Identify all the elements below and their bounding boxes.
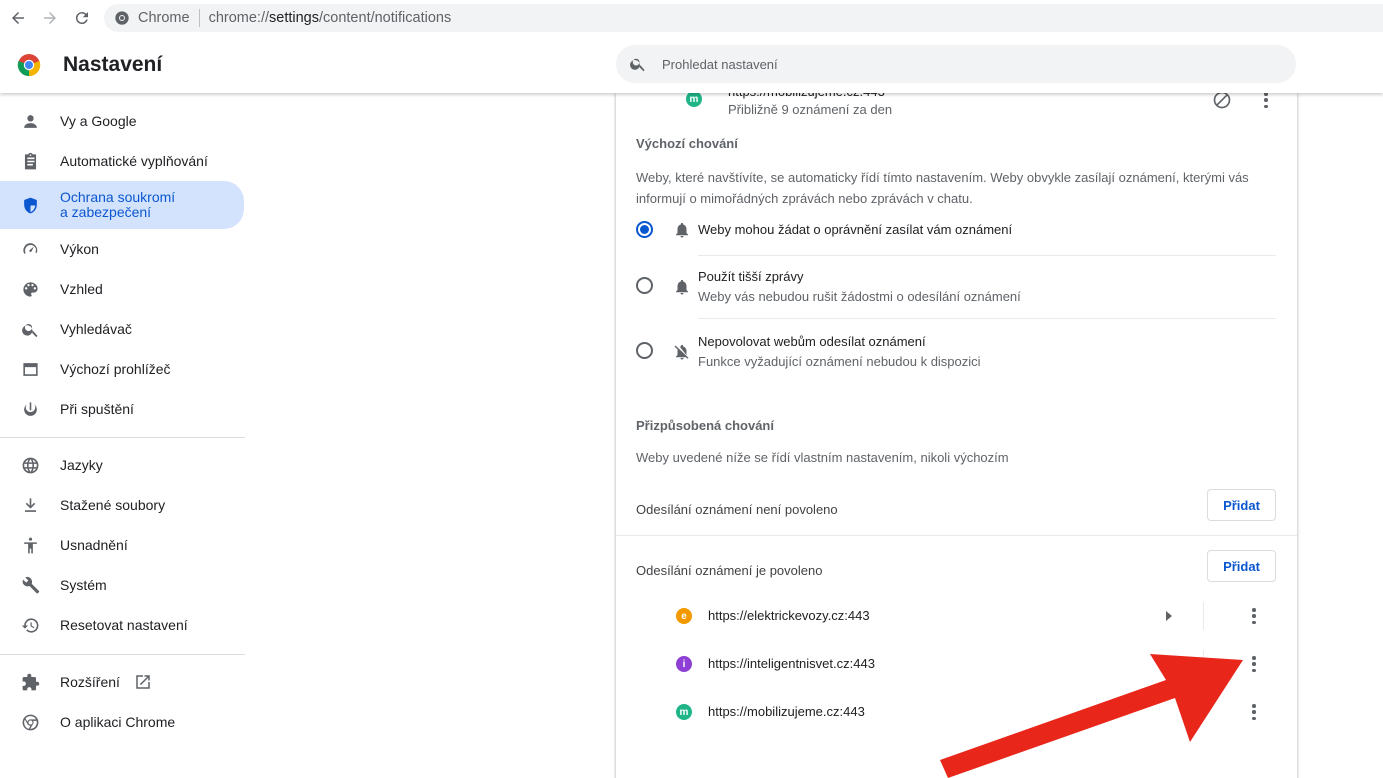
chrome-site-icon bbox=[115, 11, 129, 25]
sidebar-item-autofill[interactable]: Automatické vyplňování bbox=[0, 141, 244, 181]
site-url: https://inteligentnisvet.cz:443 bbox=[708, 656, 875, 671]
reload-button[interactable] bbox=[66, 2, 98, 34]
block-icon[interactable] bbox=[1212, 90, 1232, 110]
reload-icon bbox=[75, 12, 88, 25]
site-favicon-inteligentnisvet: i bbox=[676, 656, 692, 672]
reset-icon bbox=[20, 615, 40, 635]
chrome-logo-icon bbox=[17, 54, 41, 77]
page-title: Nastavení bbox=[63, 53, 163, 76]
option-block-label: Nepovolovat webům odesílat oznámení bbox=[698, 334, 926, 349]
site-favicon-elektrickevozy: e bbox=[676, 608, 692, 624]
sidebar-item-privacy-security[interactable]: Ochrana soukromí a zabezpečení bbox=[0, 181, 244, 229]
sidebar-item-performance[interactable]: Výkon bbox=[0, 229, 244, 269]
back-button[interactable] bbox=[2, 2, 34, 34]
palette-icon bbox=[20, 279, 40, 299]
sidebar-item-reset[interactable]: Resetovat nastavení bbox=[0, 605, 244, 645]
sidebar-item-on-startup[interactable]: Při spuštění bbox=[0, 389, 244, 429]
settings-header: Nastavení bbox=[0, 36, 1383, 93]
shield-icon bbox=[20, 195, 40, 215]
bell-quiet-icon bbox=[676, 279, 688, 295]
sidebar-item-search-engine[interactable]: Vyhledávač bbox=[0, 309, 244, 349]
bell-off-icon bbox=[674, 344, 689, 360]
add-allowed-button[interactable]: Přidat bbox=[1207, 550, 1276, 582]
site-url: https://mobilizujeme.cz:443 bbox=[708, 704, 865, 719]
default-behavior-description: Weby, které navštívíte, se automaticky ř… bbox=[636, 170, 1249, 206]
more-actions-icon[interactable] bbox=[1264, 92, 1268, 108]
address-bar[interactable]: Chrome chrome://settings/content/notific… bbox=[104, 4, 1383, 32]
site-favicon-mobilizujeme: m bbox=[676, 704, 692, 720]
browser-window-icon bbox=[20, 359, 40, 379]
more-actions-icon[interactable] bbox=[1252, 608, 1256, 624]
chrome-icon bbox=[20, 712, 40, 732]
sidebar-item-downloads[interactable]: Stažené soubory bbox=[0, 485, 244, 525]
open-in-new-icon bbox=[136, 675, 150, 689]
sidebar-item-appearance[interactable]: Vzhled bbox=[0, 269, 244, 309]
top-site-subtitle: Přibližně 9 oznámení za den bbox=[728, 102, 893, 117]
option-block-sublabel: Funkce vyžadující oznámení nebudou k dis… bbox=[698, 354, 981, 369]
download-icon bbox=[20, 495, 40, 515]
sidebar-item-system[interactable]: Systém bbox=[0, 565, 244, 605]
top-site-row: m bbox=[686, 91, 702, 107]
radio-block-notifications[interactable] bbox=[636, 342, 653, 359]
sidebar-item-about-chrome[interactable]: O aplikaci Chrome bbox=[0, 702, 244, 742]
sidebar: Vy a Google Automatické vyplňování Ochra… bbox=[0, 93, 245, 778]
settings-search[interactable] bbox=[616, 45, 1296, 83]
sidebar-item-languages[interactable]: Jazyky bbox=[0, 445, 244, 485]
radio-allow-ask[interactable] bbox=[636, 221, 653, 238]
sidebar-item-extensions[interactable]: Rozšíření bbox=[0, 662, 244, 702]
search-icon bbox=[630, 58, 645, 72]
omnibox-divider bbox=[198, 9, 200, 27]
allowed-label: Odesílání oznámení je povoleno bbox=[636, 563, 823, 578]
site-url: https://elektrickevozy.cz:443 bbox=[708, 608, 870, 623]
clipboard-icon bbox=[20, 151, 40, 171]
more-actions-icon[interactable] bbox=[1252, 704, 1256, 720]
site-favicon-mobilizujeme: m bbox=[686, 91, 702, 107]
sidebar-item-default-browser[interactable]: Výchozí prohlížeč bbox=[0, 349, 244, 389]
power-icon bbox=[20, 399, 40, 419]
url-text[interactable]: chrome://settings/content/notifications bbox=[209, 10, 452, 26]
sidebar-item-accessibility[interactable]: Usnadnění bbox=[0, 525, 244, 565]
sidebar-divider bbox=[0, 437, 245, 438]
not-allowed-label: Odesílání oznámení není povoleno bbox=[636, 502, 838, 517]
default-behavior-title: Výchozí chování bbox=[636, 136, 738, 151]
site-chip[interactable]: Chrome bbox=[138, 10, 190, 26]
accessibility-icon bbox=[20, 535, 40, 555]
site-row[interactable]: e https://elektrickevozy.cz:443 bbox=[616, 592, 1297, 640]
custom-behavior-description: Weby uvedené níže se řídí vlastním nasta… bbox=[636, 450, 1009, 465]
site-row[interactable]: i https://inteligentnisvet.cz:443 bbox=[616, 640, 1297, 688]
wrench-icon bbox=[20, 575, 40, 595]
custom-behavior-title: Přizpůsobená chování bbox=[636, 418, 774, 433]
row-separator bbox=[1203, 650, 1204, 678]
browser-toolbar: Chrome chrome://settings/content/notific… bbox=[0, 0, 1383, 36]
arrow-right-icon bbox=[44, 12, 56, 24]
globe-icon bbox=[20, 455, 40, 475]
row-separator bbox=[1203, 602, 1204, 630]
radio-quiet-messages[interactable] bbox=[636, 277, 653, 294]
arrow-left-icon bbox=[12, 12, 24, 24]
option-allow-ask-label: Weby mohou žádat o oprávnění zasílat vám… bbox=[698, 222, 1013, 237]
speedometer-icon bbox=[20, 239, 40, 259]
option-quiet-label: Použít tišší zprávy bbox=[698, 269, 804, 284]
sidebar-item-you-and-google[interactable]: Vy a Google bbox=[0, 101, 244, 141]
puzzle-icon bbox=[20, 672, 40, 692]
forward-button[interactable] bbox=[34, 2, 66, 34]
more-actions-icon[interactable] bbox=[1252, 656, 1256, 672]
bell-icon bbox=[676, 222, 688, 238]
person-icon bbox=[20, 111, 40, 131]
search-icon bbox=[20, 319, 40, 339]
add-blocked-button[interactable]: Přidat bbox=[1207, 489, 1276, 521]
section-divider bbox=[616, 535, 1297, 536]
sidebar-divider bbox=[0, 654, 245, 655]
option-divider bbox=[698, 318, 1276, 319]
chevron-right-icon[interactable] bbox=[1164, 610, 1174, 622]
option-quiet-sublabel: Weby vás nebudou rušit žádostmi o odesíl… bbox=[698, 289, 1021, 304]
site-row[interactable]: m https://mobilizujeme.cz:443 bbox=[616, 688, 1297, 736]
notifications-card: m https://mobilizujeme.cz:443 Přibližně … bbox=[616, 84, 1297, 778]
option-divider bbox=[698, 255, 1276, 256]
search-input[interactable] bbox=[662, 56, 1262, 72]
